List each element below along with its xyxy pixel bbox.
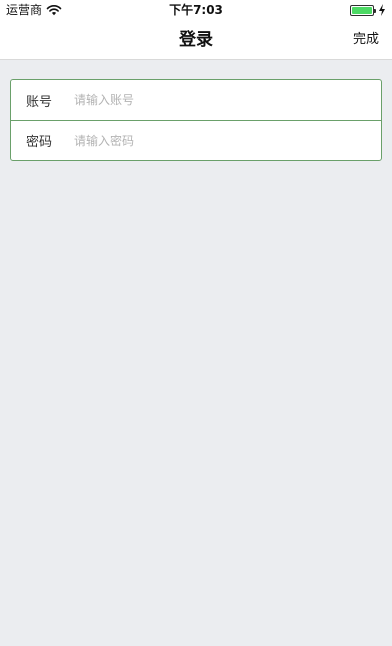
done-button[interactable]: 完成 — [353, 20, 379, 60]
password-label: 密码 — [26, 135, 53, 150]
battery-icon — [350, 4, 376, 16]
login-form: 账号 密码 — [10, 79, 382, 161]
status-bar: 运营商 下午7:03 — [0, 0, 392, 20]
password-row: 密码 — [11, 120, 381, 160]
page-title: 登录 — [179, 30, 213, 50]
account-input[interactable] — [69, 81, 381, 119]
navigation-bar: 登录 完成 — [0, 20, 392, 60]
status-right — [350, 4, 386, 16]
account-label: 账号 — [26, 94, 53, 110]
account-row: 账号 — [11, 80, 381, 120]
main-content: 账号 密码 — [0, 60, 392, 646]
password-input[interactable] — [69, 121, 381, 160]
status-time: 下午7:03 — [169, 3, 223, 17]
charging-bolt-icon — [379, 4, 385, 16]
battery-cap — [374, 8, 376, 13]
battery-fill — [352, 6, 372, 14]
